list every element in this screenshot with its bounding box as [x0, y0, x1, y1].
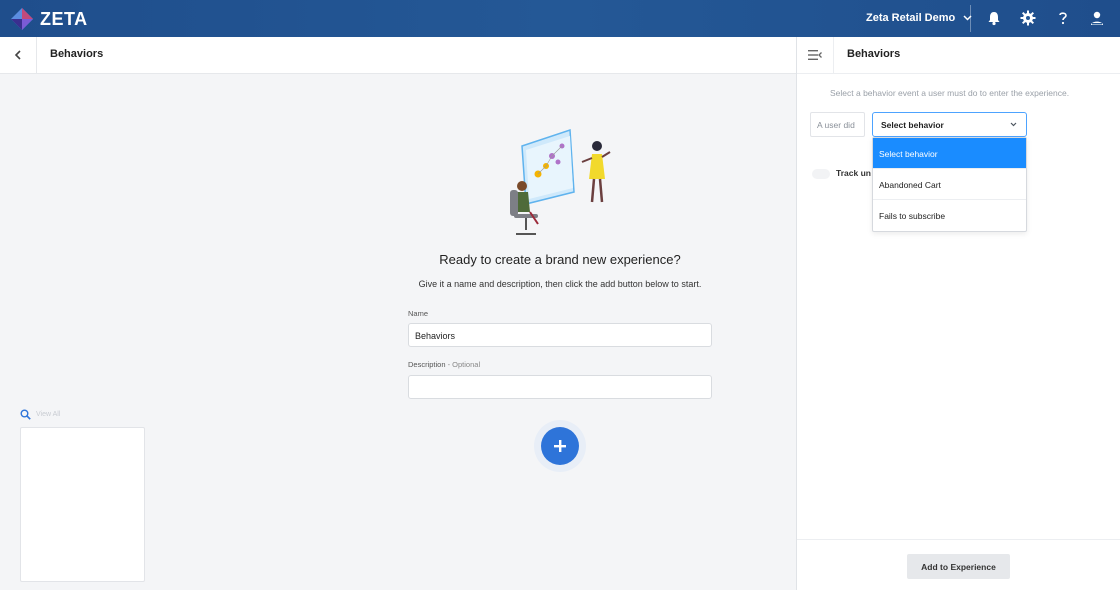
optional-tag: - Optional	[445, 360, 481, 369]
back-button[interactable]	[0, 37, 37, 73]
add-to-experience-button[interactable]: Add to Experience	[907, 554, 1010, 579]
track-label: Track un	[836, 168, 871, 178]
track-toggle[interactable]	[812, 169, 830, 179]
preview-card	[20, 427, 145, 582]
top-navigation-bar: ZETA Zeta Retail Demo	[0, 0, 1120, 37]
collapse-panel-button[interactable]	[797, 37, 834, 73]
panel-hint: Select a behavior event a user must do t…	[830, 88, 1070, 98]
account-switcher[interactable]: Zeta Retail Demo	[866, 12, 972, 24]
menu-collapse-icon	[808, 50, 822, 60]
gear-icon[interactable]	[1020, 10, 1036, 26]
user-did-label: A user did	[810, 112, 865, 137]
search-icon	[20, 409, 31, 420]
chevron-left-icon	[14, 50, 21, 60]
name-label: Name	[408, 309, 429, 318]
editor-header: Behaviors	[0, 37, 796, 74]
plus-icon	[554, 440, 566, 452]
view-all-label: View All	[36, 411, 61, 418]
behavior-select[interactable]: Select behavior	[872, 112, 1027, 137]
page-title: Behaviors	[50, 48, 104, 60]
panel-footer: Add to Experience	[797, 539, 1120, 590]
chevron-down-icon	[1010, 122, 1017, 127]
add-button[interactable]	[541, 427, 579, 465]
dropdown-option-fails-to-subscribe[interactable]: Fails to subscribe	[873, 200, 1026, 231]
header-divider	[970, 5, 971, 32]
add-button-ring	[534, 420, 586, 472]
description-input[interactable]	[408, 375, 712, 399]
account-name: Zeta Retail Demo	[866, 12, 956, 24]
dropdown-option-abandoned-cart[interactable]: Abandoned Cart	[873, 169, 1026, 200]
empty-state-subline: Give it a name and description, then cli…	[418, 279, 702, 289]
behaviors-panel: Behaviors Select a behavior event a user…	[796, 37, 1120, 590]
empty-state-headline: Ready to create a brand new experience?	[439, 252, 681, 267]
experience-illustration	[510, 128, 611, 235]
behavior-select-value: Select behavior	[881, 120, 944, 130]
view-all-search[interactable]: View All	[20, 409, 60, 420]
description-label-text: Description	[408, 360, 446, 369]
zeta-logo-icon	[11, 8, 33, 30]
panel-header: Behaviors	[797, 37, 1120, 74]
behavior-dropdown-menu: Select behavior Abandoned Cart Fails to …	[872, 137, 1027, 232]
brand-name: ZETA	[40, 8, 88, 29]
dropdown-option-select-behavior[interactable]: Select behavior	[873, 138, 1026, 169]
user-icon[interactable]	[1089, 10, 1105, 26]
panel-title: Behaviors	[847, 48, 901, 60]
name-input[interactable]: Behaviors	[408, 323, 712, 347]
bell-icon[interactable]	[986, 10, 1002, 26]
description-label: Description - Optional	[408, 360, 480, 369]
zeta-logo[interactable]: ZETA	[10, 7, 88, 31]
help-icon[interactable]	[1055, 10, 1071, 26]
